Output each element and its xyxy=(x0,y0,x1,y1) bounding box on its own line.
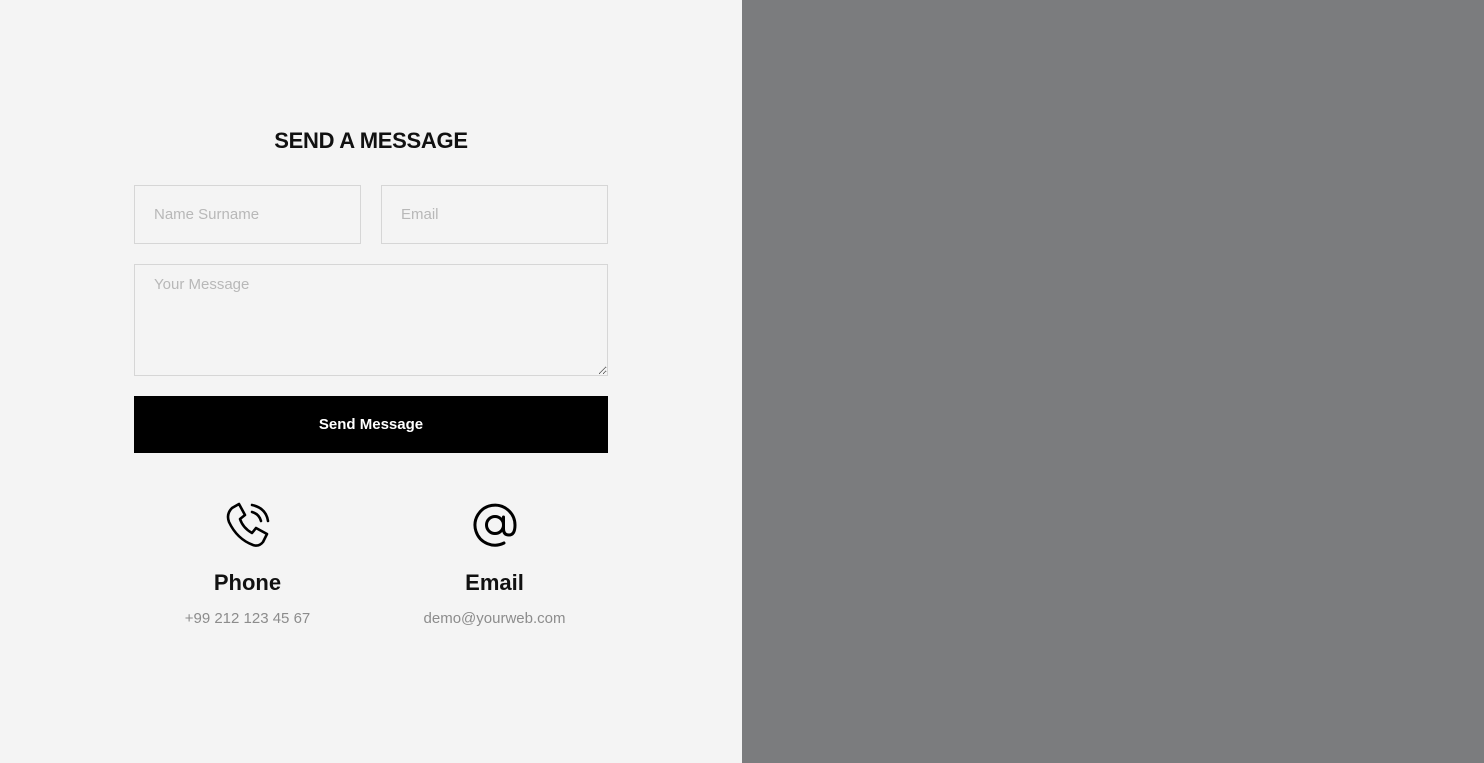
contact-page: SEND A MESSAGE Send Message Phone +99 21… xyxy=(0,0,1484,763)
contact-email-label: Email xyxy=(465,570,524,595)
form-title: SEND A MESSAGE xyxy=(274,128,468,153)
message-textarea[interactable] xyxy=(134,264,608,376)
image-panel xyxy=(742,0,1484,763)
contact-form-panel: SEND A MESSAGE Send Message Phone +99 21… xyxy=(0,0,742,763)
contact-email: Email demo@yourweb.com xyxy=(381,500,608,627)
contact-phone-label: Phone xyxy=(213,570,282,595)
email-input[interactable] xyxy=(381,185,608,244)
contact-phone: Phone +99 212 123 45 67 xyxy=(134,500,361,627)
contact-phone-value: +99 212 123 45 67 xyxy=(184,610,311,627)
send-message-button[interactable]: Send Message xyxy=(134,396,608,453)
phone-icon xyxy=(226,502,269,547)
at-sign-icon xyxy=(473,503,517,547)
name-surname-input[interactable] xyxy=(134,185,361,244)
contact-email-value: demo@yourweb.com xyxy=(423,610,566,627)
